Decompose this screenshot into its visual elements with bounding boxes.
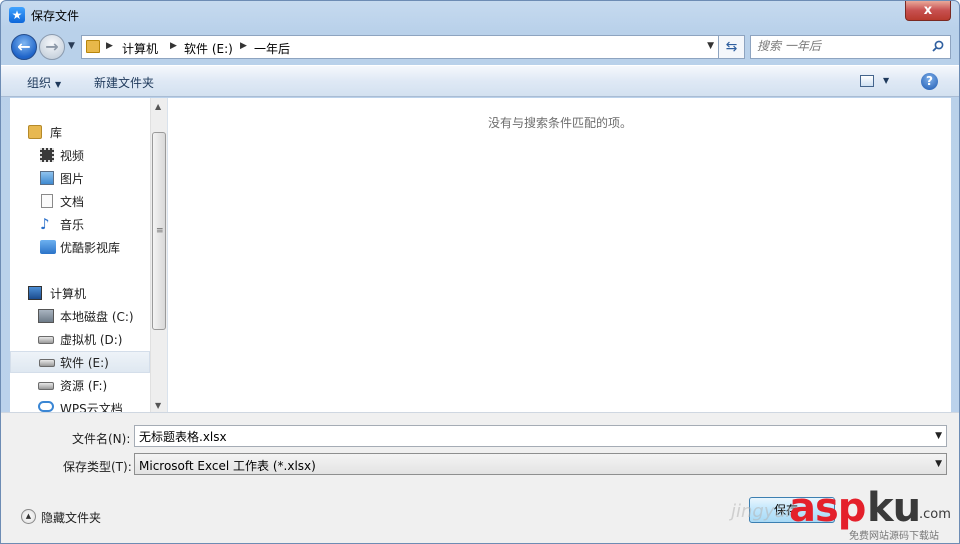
- site-watermark: jingyan asp ku .com 免费网站源码下载站: [721, 479, 959, 543]
- nav-item-drive-c[interactable]: 本地磁盘 (C:): [10, 305, 150, 327]
- nav-item-documents[interactable]: 文档: [10, 190, 150, 212]
- arrow-left-icon: ←: [17, 37, 31, 56]
- nav-item-label: 图片: [60, 172, 85, 186]
- system-drive-icon: [38, 309, 54, 323]
- nav-item-label: 优酷影视库: [60, 241, 121, 255]
- filename-combobox[interactable]: ▼: [134, 425, 947, 447]
- app-star-icon: ★: [9, 7, 25, 23]
- search-box[interactable]: [750, 35, 951, 59]
- breadcrumb-separator-icon[interactable]: ▶: [106, 41, 113, 51]
- nav-item-computer[interactable]: 计算机: [10, 282, 150, 304]
- nav-item-pictures[interactable]: 图片: [10, 167, 150, 189]
- view-options-icon[interactable]: [860, 75, 874, 87]
- nav-item-label: 文档: [60, 195, 85, 209]
- arrow-right-icon: →: [45, 37, 59, 56]
- hide-folders-label: 隐藏文件夹: [41, 511, 102, 525]
- grip-icon: ≡: [156, 226, 164, 236]
- drive-icon: [39, 359, 55, 367]
- refresh-icon: ⇆: [725, 39, 738, 55]
- nav-item-drive-f[interactable]: 资源 (F:): [10, 374, 150, 396]
- scroll-down-icon[interactable]: ▼: [155, 401, 161, 410]
- scroll-up-icon[interactable]: ▲: [155, 102, 161, 111]
- chevron-down-icon[interactable]: ▼: [935, 459, 942, 469]
- nav-item-music[interactable]: ♪ 音乐: [10, 213, 150, 235]
- save-file-dialog: ★ 保存文件 x ← → ▼ ▶ 计算机 ▶ 软件 (E:) ▶ 一年后 ▼ ⇆: [0, 0, 960, 544]
- search-icon[interactable]: [932, 40, 944, 52]
- empty-message: 没有与搜索条件匹配的项。: [487, 116, 632, 130]
- video-icon: [40, 148, 54, 162]
- title-bar: ★ 保存文件 x: [1, 1, 959, 31]
- address-dropdown-icon[interactable]: ▼: [707, 41, 714, 51]
- filename-label: 文件名(N):: [72, 432, 131, 446]
- address-bar[interactable]: ▶ 计算机 ▶ 软件 (E:) ▶ 一年后 ▼: [81, 35, 719, 59]
- history-dropdown-icon[interactable]: ▼: [68, 41, 75, 51]
- nav-item-library[interactable]: 库: [10, 121, 150, 143]
- close-button[interactable]: x: [905, 1, 951, 21]
- nav-item-label: 视频: [60, 149, 85, 163]
- watermark-tagline: 免费网站源码下载站: [849, 531, 939, 542]
- forward-button[interactable]: →: [39, 34, 65, 60]
- watermark-brand-red: asp: [789, 485, 866, 531]
- refresh-button[interactable]: ⇆: [719, 35, 745, 59]
- chevron-down-icon[interactable]: ▼: [935, 431, 942, 441]
- nav-item-video[interactable]: 视频: [10, 144, 150, 166]
- watermark-brand-dark: ku: [867, 485, 921, 531]
- breadcrumb-drive-e[interactable]: 软件 (E:): [184, 40, 233, 57]
- breadcrumb-separator-icon[interactable]: ▶: [170, 41, 177, 51]
- nav-item-youku[interactable]: 优酷影视库: [10, 236, 150, 258]
- help-icon[interactable]: ?: [921, 73, 938, 90]
- picture-icon: [40, 171, 54, 185]
- drive-icon: [38, 336, 54, 344]
- navigation-pane: 库 视频 图片 文档 ♪ 音乐 优酷影视库 计算机 本地磁盘 (C:) 虚拟机 …: [10, 98, 150, 412]
- nav-item-wps-cloud[interactable]: WPS云文档: [10, 397, 150, 412]
- chevron-up-icon: ▲: [21, 509, 36, 524]
- youku-folder-icon: [40, 240, 56, 254]
- nav-item-drive-d[interactable]: 虚拟机 (D:): [10, 328, 150, 350]
- view-dropdown-icon[interactable]: ▼: [883, 76, 889, 85]
- scroll-thumb[interactable]: ≡: [152, 132, 166, 330]
- organize-button[interactable]: 组织 ▼: [27, 74, 61, 91]
- filetype-select[interactable]: Microsoft Excel 工作表 (*.xlsx) ▼: [134, 453, 947, 475]
- nav-item-label: WPS云文档: [60, 402, 123, 412]
- command-toolbar: 组织 ▼ 新建文件夹 ▼ ?: [1, 65, 959, 97]
- window-title: 保存文件: [31, 9, 80, 23]
- nav-item-label: 本地磁盘 (C:): [60, 310, 134, 324]
- breadcrumb-computer[interactable]: 计算机: [122, 40, 158, 57]
- nav-item-label: 虚拟机 (D:): [60, 333, 123, 347]
- nav-item-label: 软件 (E:): [60, 356, 109, 370]
- file-list-pane[interactable]: 没有与搜索条件匹配的项。: [167, 98, 951, 412]
- watermark-ghost-text: jingyan: [731, 501, 797, 522]
- computer-icon: [28, 286, 42, 300]
- organize-label: 组织: [27, 76, 52, 90]
- cloud-icon: [38, 401, 54, 412]
- filename-input[interactable]: [139, 429, 919, 443]
- chevron-down-icon: ▼: [55, 80, 62, 89]
- nav-item-drive-e[interactable]: 软件 (E:): [10, 351, 150, 373]
- music-icon: ♪: [40, 215, 50, 233]
- address-row: ← → ▼ ▶ 计算机 ▶ 软件 (E:) ▶ 一年后 ▼ ⇆: [1, 31, 959, 63]
- nav-item-label: 音乐: [60, 218, 85, 232]
- nav-item-label: 计算机: [50, 287, 87, 301]
- filetype-value: Microsoft Excel 工作表 (*.xlsx): [139, 459, 316, 473]
- nav-item-label: 库: [50, 126, 63, 140]
- new-folder-button[interactable]: 新建文件夹: [94, 74, 154, 91]
- breadcrumb-separator-icon[interactable]: ▶: [240, 41, 247, 51]
- nav-scrollbar[interactable]: ▲ ≡ ▼: [150, 98, 167, 412]
- nav-item-label: 资源 (F:): [60, 379, 108, 393]
- filetype-label: 保存类型(T):: [63, 460, 132, 474]
- library-icon: [28, 125, 42, 139]
- drive-icon: [38, 382, 54, 390]
- document-icon: [41, 194, 53, 208]
- back-button[interactable]: ←: [11, 34, 37, 60]
- search-input[interactable]: [757, 39, 927, 53]
- folder-icon: [86, 40, 100, 53]
- watermark-suffix: .com: [919, 507, 951, 522]
- breadcrumb-folder[interactable]: 一年后: [254, 40, 290, 57]
